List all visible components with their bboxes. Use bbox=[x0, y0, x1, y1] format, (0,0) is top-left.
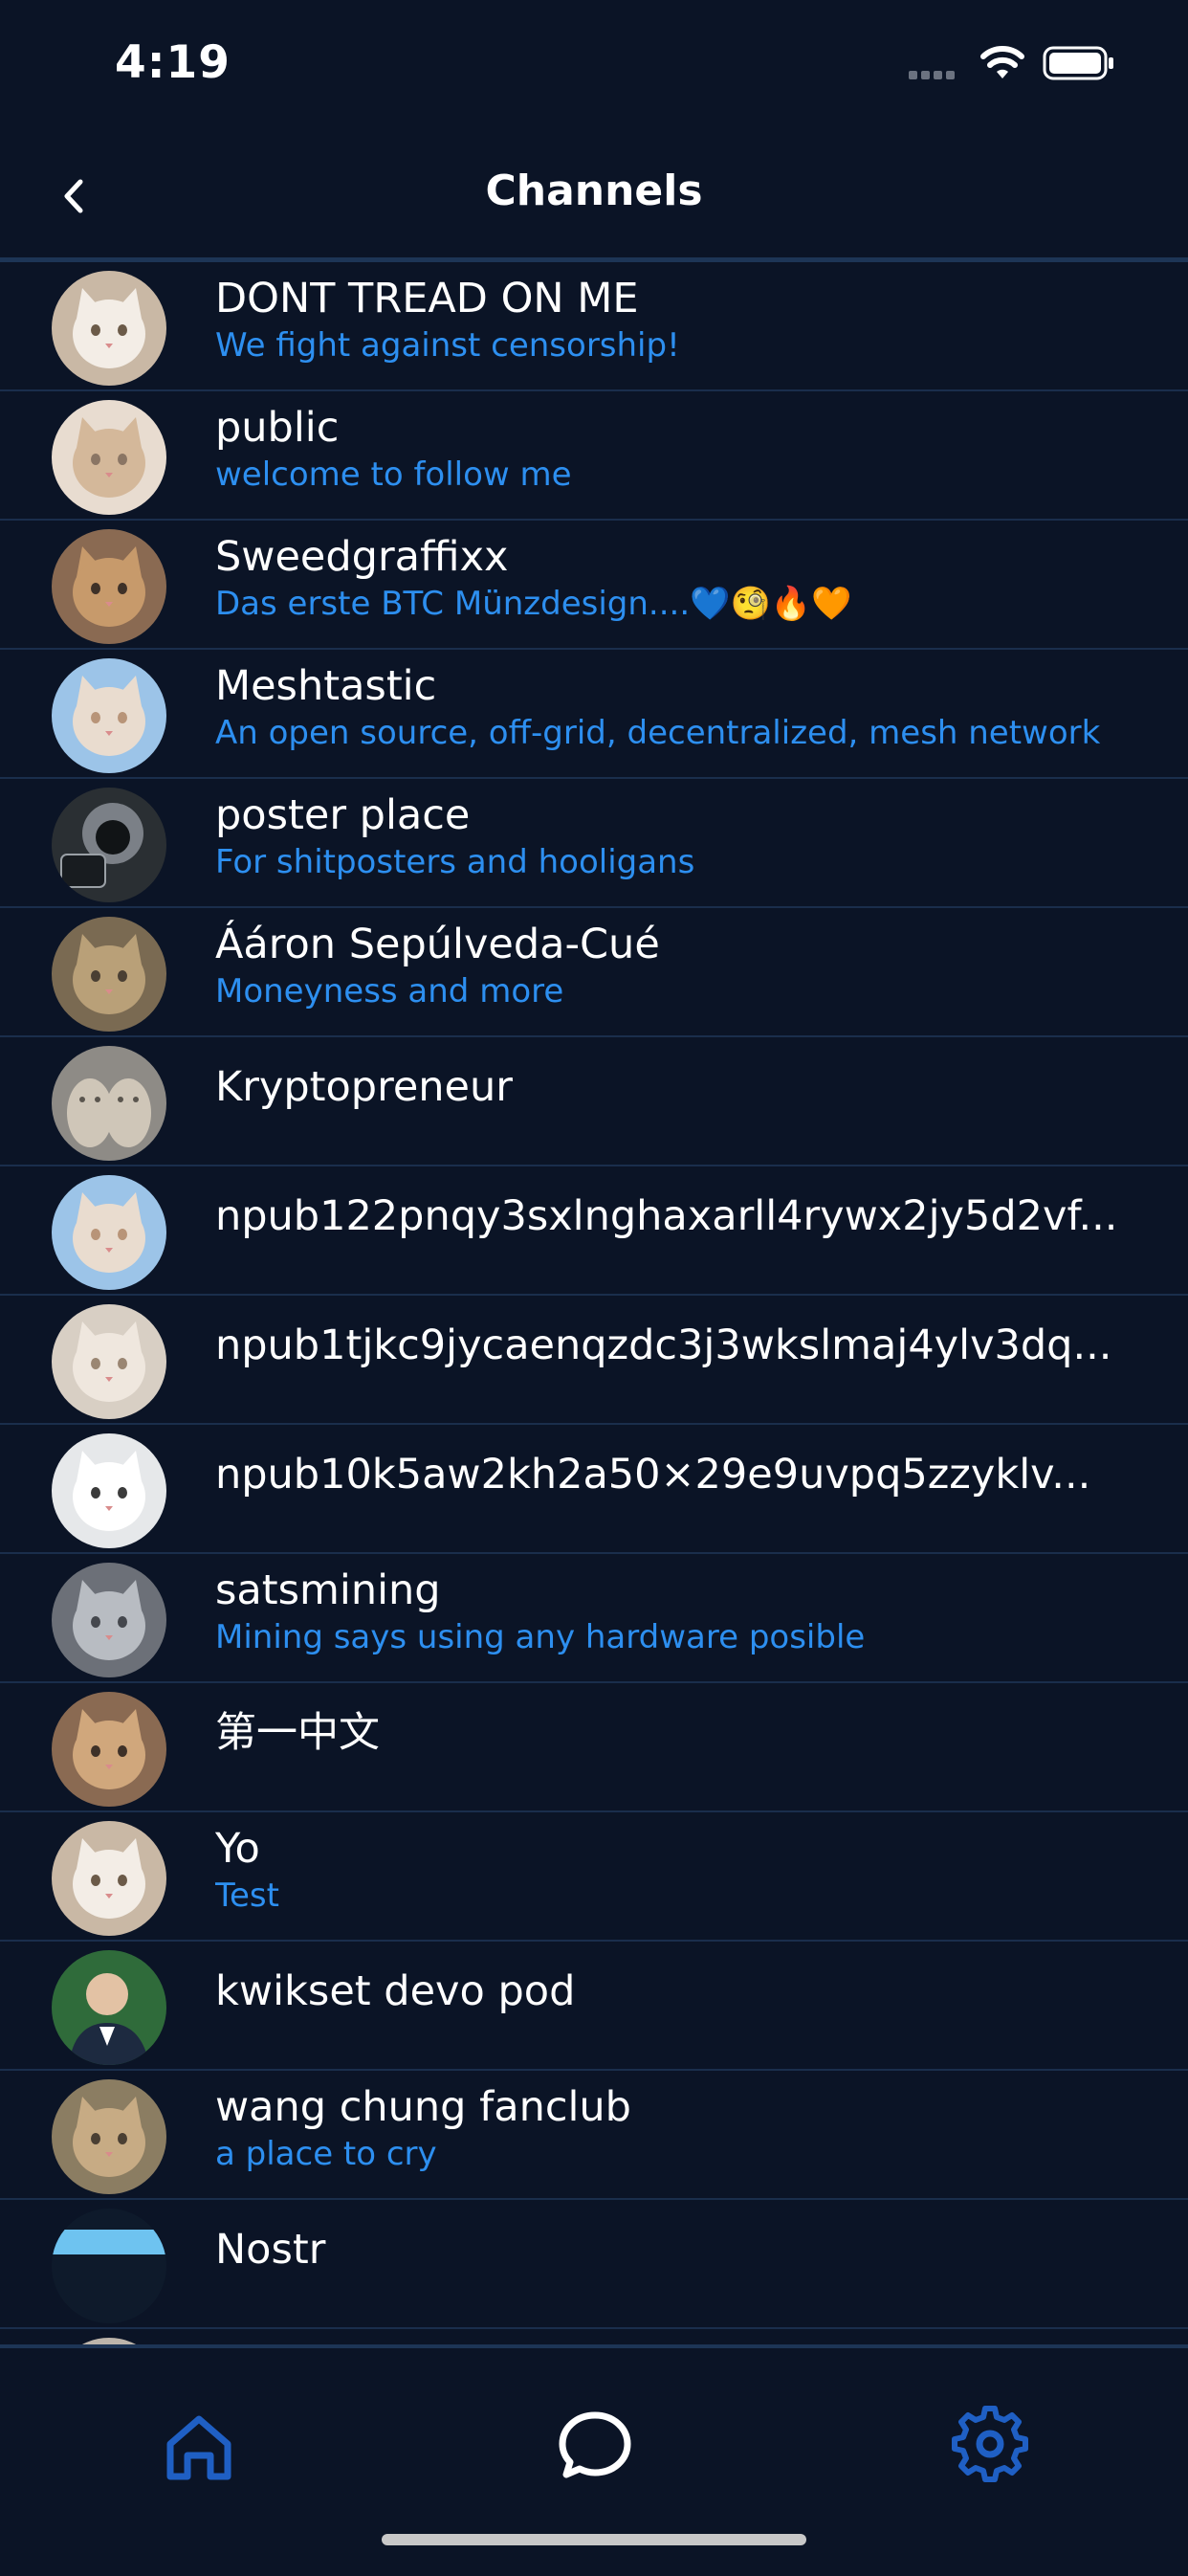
kitten-avatar bbox=[52, 400, 166, 515]
channel-description: welcome to follow me bbox=[215, 455, 572, 494]
channel-row[interactable]: wang chung fanclub a place to cry bbox=[0, 2071, 1188, 2200]
kitten-avatar bbox=[52, 2079, 166, 2194]
status-time: 4:19 bbox=[115, 36, 231, 89]
nav-bar: Channels bbox=[0, 134, 1188, 258]
channel-name: npub1tjkc9jycaenqzdc3j3wkslmaj4ylv3dq... bbox=[215, 1321, 1112, 1369]
channel-description: Mining says using any hardware posible bbox=[215, 1618, 866, 1656]
channel-description: Moneyness and more bbox=[215, 972, 564, 1010]
person-avatar bbox=[52, 1950, 166, 2065]
channel-text: Nostr bbox=[215, 2225, 1131, 2275]
channel-name: Meshtastic bbox=[215, 662, 437, 710]
channel-description: We fight against censorship! bbox=[215, 326, 680, 365]
channel-row[interactable]: Sweedgraffixx Das erste BTC Münzdesign...… bbox=[0, 521, 1188, 650]
channel-text: poster place For shitposters and hooligan… bbox=[215, 790, 1131, 882]
channel-name: Kryptopreneur bbox=[215, 1063, 513, 1111]
channel-text: satsmining Mining says using any hardware… bbox=[215, 1566, 1131, 1657]
channel-row[interactable]: satsmining Mining says using any hardware… bbox=[0, 1554, 1188, 1683]
channel-row[interactable]: Nostr bbox=[0, 2200, 1188, 2329]
banner-avatar bbox=[52, 2209, 166, 2323]
kitten-avatar bbox=[52, 271, 166, 386]
channel-row[interactable]: Kryptopreneur bbox=[0, 1037, 1188, 1166]
status-icons bbox=[890, 42, 1129, 84]
channel-text: npub1tjkc9jycaenqzdc3j3wkslmaj4ylv3dq... bbox=[215, 1321, 1131, 1370]
channel-row[interactable]: Yo Test bbox=[0, 1812, 1188, 1942]
gear-icon bbox=[952, 2406, 1028, 2482]
kitten-avatar bbox=[52, 1692, 166, 1807]
channel-text: Sweedgraffixx Das erste BTC Münzdesign...… bbox=[215, 532, 1131, 624]
channel-text: public welcome to follow me bbox=[215, 403, 1131, 495]
tab-home[interactable] bbox=[142, 2387, 256, 2501]
channel-row[interactable]: npub1tjkc9jycaenqzdc3j3wkslmaj4ylv3dq... bbox=[0, 1296, 1188, 1425]
home-indicator[interactable] bbox=[382, 2534, 806, 2545]
channel-name: satsmining bbox=[215, 1566, 441, 1614]
kitten-avatar bbox=[52, 1175, 166, 1290]
channel-name: DONT TREAD ON ME bbox=[215, 275, 639, 322]
kitten-avatar bbox=[52, 917, 166, 1032]
channel-description: Das erste BTC Münzdesign....💙🧐🔥🧡 bbox=[215, 585, 852, 623]
kitten-avatar bbox=[52, 1433, 166, 1548]
kitten-avatar bbox=[52, 1304, 166, 1419]
kitten-avatar bbox=[52, 1563, 166, 1677]
channel-row[interactable]: poster place For shitposters and hooligan… bbox=[0, 779, 1188, 908]
channel-name: kwikset devo pod bbox=[215, 1967, 576, 2015]
channel-row[interactable]: npub10k5aw2kh2a50×29e9uvpq5zzyklv... bbox=[0, 1425, 1188, 1554]
tab-channels[interactable] bbox=[538, 2387, 652, 2501]
lion-avatar bbox=[52, 788, 166, 902]
channel-text: 第一中文 bbox=[215, 1708, 1131, 1758]
channel-text: npub10k5aw2kh2a50×29e9uvpq5zzyklv... bbox=[215, 1450, 1131, 1499]
tab-settings[interactable] bbox=[933, 2387, 1047, 2501]
channel-row[interactable]: DONT TREAD ON ME We fight against censors… bbox=[0, 262, 1188, 391]
channel-text: npub122pnqy3sxlnghaxarll4rywx2jy5d2vf... bbox=[215, 1191, 1131, 1241]
channel-text: kwikset devo pod bbox=[215, 1966, 1131, 2016]
channel-row[interactable] bbox=[0, 2329, 1188, 2344]
channel-text: Kryptopreneur bbox=[215, 1062, 1131, 1112]
channel-description: Test bbox=[215, 1876, 279, 1915]
kitten-avatar bbox=[52, 2338, 166, 2344]
channel-text: wang chung fanclub a place to cry bbox=[215, 2082, 1131, 2174]
channel-description: For shitposters and hooligans bbox=[215, 843, 695, 881]
kittens-avatar bbox=[52, 1046, 166, 1161]
wifi-icon bbox=[980, 46, 1024, 78]
kitten-avatar bbox=[52, 1821, 166, 1936]
channel-row[interactable]: Meshtastic An open source, off-grid, dece… bbox=[0, 650, 1188, 779]
channel-text: Ááron Sepúlveda-Cué Moneyness and more bbox=[215, 920, 1131, 1011]
channel-description: a place to cry bbox=[215, 2135, 437, 2173]
channel-row[interactable]: npub122pnqy3sxlnghaxarll4rywx2jy5d2vf... bbox=[0, 1166, 1188, 1296]
channel-row[interactable]: kwikset devo pod bbox=[0, 1942, 1188, 2071]
channel-text: Yo Test bbox=[215, 1824, 1131, 1916]
channel-name: Yo bbox=[215, 1825, 260, 1873]
channel-row[interactable]: Ááron Sepúlveda-Cué Moneyness and more bbox=[0, 908, 1188, 1037]
channel-list[interactable]: DONT TREAD ON ME We fight against censors… bbox=[0, 262, 1188, 2344]
page-title: Channels bbox=[485, 167, 703, 215]
channel-name: public bbox=[215, 404, 340, 452]
channel-row[interactable]: 第一中文 bbox=[0, 1683, 1188, 1812]
channel-name: Sweedgraffixx bbox=[215, 533, 509, 581]
status-bar: 4:19 bbox=[0, 0, 1188, 134]
channel-text: DONT TREAD ON ME We fight against censors… bbox=[215, 274, 1131, 366]
channel-name: npub10k5aw2kh2a50×29e9uvpq5zzyklv... bbox=[215, 1451, 1091, 1499]
channel-name: wang chung fanclub bbox=[215, 2083, 631, 2131]
channel-name: Ááron Sepúlveda-Cué bbox=[215, 921, 660, 968]
chat-bubble-icon bbox=[559, 2411, 631, 2478]
channel-name: 第一中文 bbox=[215, 1709, 380, 1757]
channel-name: npub122pnqy3sxlnghaxarll4rywx2jy5d2vf... bbox=[215, 1192, 1118, 1240]
channel-row[interactable]: public welcome to follow me bbox=[0, 391, 1188, 521]
home-icon bbox=[166, 2415, 231, 2480]
channel-name: poster place bbox=[215, 791, 471, 839]
channel-text: Meshtastic An open source, off-grid, dece… bbox=[215, 661, 1131, 753]
kitten-avatar bbox=[52, 658, 166, 773]
channel-description: An open source, off-grid, decentralized,… bbox=[215, 714, 1101, 752]
kitten-avatar bbox=[52, 529, 166, 644]
channel-name: Nostr bbox=[215, 2226, 326, 2274]
battery-icon bbox=[1043, 46, 1113, 80]
